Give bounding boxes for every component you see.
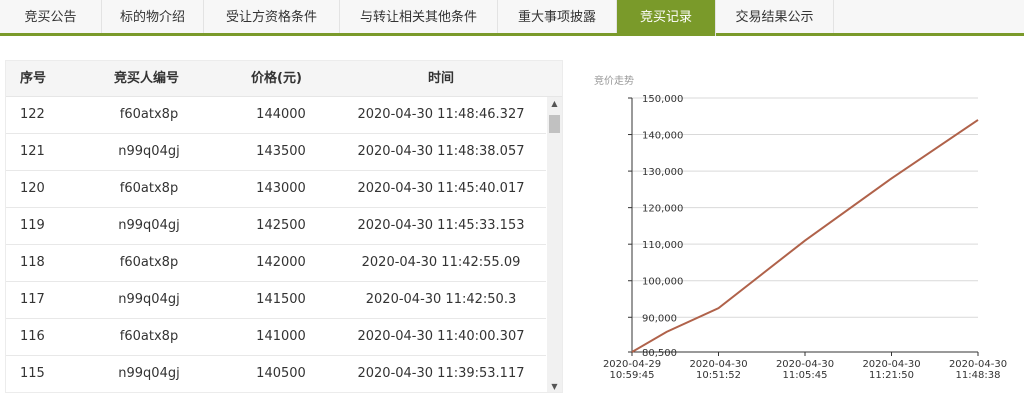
x-tick-time: 10:59:45 xyxy=(610,370,655,381)
cell-time: 2020-04-30 11:48:46.327 xyxy=(357,107,525,122)
x-tick-date: 2020-04-29 xyxy=(603,359,661,370)
tab-4[interactable]: 与转让相关其他条件 xyxy=(340,0,498,33)
table-scrollbar[interactable]: ▲ ▼ xyxy=(547,97,562,392)
cell-seq: 119 xyxy=(20,218,45,233)
cell-seq: 121 xyxy=(20,144,45,159)
table-row: 116 f60atx8p 141000 2020-04-30 11:40:00.307 xyxy=(6,319,546,356)
tab-2[interactable]: 标的物介绍 xyxy=(102,0,204,33)
x-tick-time: 11:05:45 xyxy=(783,370,828,381)
cell-bidder: f60atx8p xyxy=(119,329,179,344)
x-tick-time: 11:21:50 xyxy=(869,370,914,381)
x-tick-date: 2020-04-30 xyxy=(776,359,834,370)
cell-price: 140500 xyxy=(256,366,306,381)
cell-price: 141500 xyxy=(256,292,306,307)
tab-bar: 竞买公告 标的物介绍 受让方资格条件 与转让相关其他条件 重大事项披露 竞买记录 交易结果公… xyxy=(0,0,1024,36)
table-row: 119 n99q04gj 142500 2020-04-30 11:45:33.153 xyxy=(6,208,546,245)
table-body: 122 f60atx8p 144000 2020-04-30 11:48:46.327… xyxy=(6,97,546,392)
cell-seq: 116 xyxy=(20,329,45,344)
cell-price: 143000 xyxy=(256,181,306,196)
cell-price: 141000 xyxy=(256,329,306,344)
y-tick-label: 110,000 xyxy=(642,240,683,251)
y-tick-label: 130,000 xyxy=(642,167,683,178)
table-row: 117 n99q04gj 141500 2020-04-30 11:42:50.3 xyxy=(6,282,546,319)
cell-seq: 117 xyxy=(20,292,45,307)
scroll-up-arrow-icon[interactable]: ▲ xyxy=(547,97,562,111)
bid-record-table: 序号 竞买人编号 价格(元) 时间 122 f60atx8p 144000 2020-… xyxy=(5,60,563,393)
x-tick-time: 11:48:38 xyxy=(956,370,1001,381)
cell-bidder: f60atx8p xyxy=(119,255,179,270)
y-tick-label: 150,000 xyxy=(642,94,683,105)
x-tick-date: 2020-04-30 xyxy=(862,359,920,370)
chart-title: 竞价走势 xyxy=(594,76,634,87)
header-time: 时间 xyxy=(428,71,455,86)
cell-time: 2020-04-30 11:40:00.307 xyxy=(357,329,525,344)
y-tick-label: 90,000 xyxy=(642,313,677,324)
y-tick-label: 120,000 xyxy=(642,204,683,215)
y-tick-label: 100,000 xyxy=(642,277,683,288)
table-row: 118 f60atx8p 142000 2020-04-30 11:42:55.09 xyxy=(6,245,546,282)
cell-price: 142500 xyxy=(256,218,306,233)
table-header: 序号 竞买人编号 价格(元) 时间 xyxy=(6,61,562,97)
tab-6[interactable]: 竞买记录 xyxy=(617,0,716,36)
x-tick-date: 2020-04-30 xyxy=(949,359,1007,370)
cell-time: 2020-04-30 11:42:50.3 xyxy=(365,292,517,307)
header-bidder: 竞买人编号 xyxy=(114,71,180,86)
cell-time: 2020-04-30 11:45:40.017 xyxy=(357,181,525,196)
table-row: 120 f60atx8p 143000 2020-04-30 11:45:40.017 xyxy=(6,171,546,208)
cell-bidder: n99q04gj xyxy=(118,292,180,307)
cell-seq: 115 xyxy=(20,366,45,381)
tab-5[interactable]: 重大事项披露 xyxy=(498,0,617,33)
cell-price: 142000 xyxy=(256,255,306,270)
x-tick-date: 2020-04-30 xyxy=(689,359,747,370)
table-row: 121 n99q04gj 143500 2020-04-30 11:48:38.057 xyxy=(6,134,546,171)
x-tick-time: 10:51:52 xyxy=(696,370,741,381)
cell-seq: 120 xyxy=(20,181,45,196)
cell-time: 2020-04-30 11:39:53.117 xyxy=(357,366,525,381)
cell-time: 2020-04-30 11:45:33.153 xyxy=(357,218,525,233)
cell-bidder: n99q04gj xyxy=(118,144,180,159)
bid-trend-chart: 80,500 90,000 100,000 110,000 120,000 130,000… xyxy=(603,94,1007,381)
cell-time: 2020-04-30 11:42:55.09 xyxy=(361,255,521,270)
cell-seq: 122 xyxy=(20,107,45,122)
cell-time: 2020-04-30 11:48:38.057 xyxy=(357,144,525,159)
cell-price: 144000 xyxy=(256,107,306,122)
cell-seq: 118 xyxy=(20,255,45,270)
cell-bidder: n99q04gj xyxy=(118,218,180,233)
tab-1[interactable]: 竞买公告 xyxy=(0,0,102,33)
header-price: 价格(元) xyxy=(251,71,302,86)
y-tick-label: 80,500 xyxy=(642,348,677,359)
tab-7[interactable]: 交易结果公示 xyxy=(716,0,834,33)
header-seq: 序号 xyxy=(20,71,47,86)
tab-3[interactable]: 受让方资格条件 xyxy=(204,0,340,33)
table-row: 115 n99q04gj 140500 2020-04-30 11:39:53.117 xyxy=(6,356,546,392)
cell-price: 143500 xyxy=(256,144,306,159)
table-row: 122 f60atx8p 144000 2020-04-30 11:48:46.327 xyxy=(6,97,546,134)
scroll-down-arrow-icon[interactable]: ▼ xyxy=(547,380,562,392)
cell-bidder: f60atx8p xyxy=(119,181,179,196)
cell-bidder: f60atx8p xyxy=(119,107,179,122)
y-tick-label: 140,000 xyxy=(642,131,683,142)
scroll-thumb[interactable] xyxy=(549,115,560,133)
cell-bidder: n99q04gj xyxy=(118,366,180,381)
